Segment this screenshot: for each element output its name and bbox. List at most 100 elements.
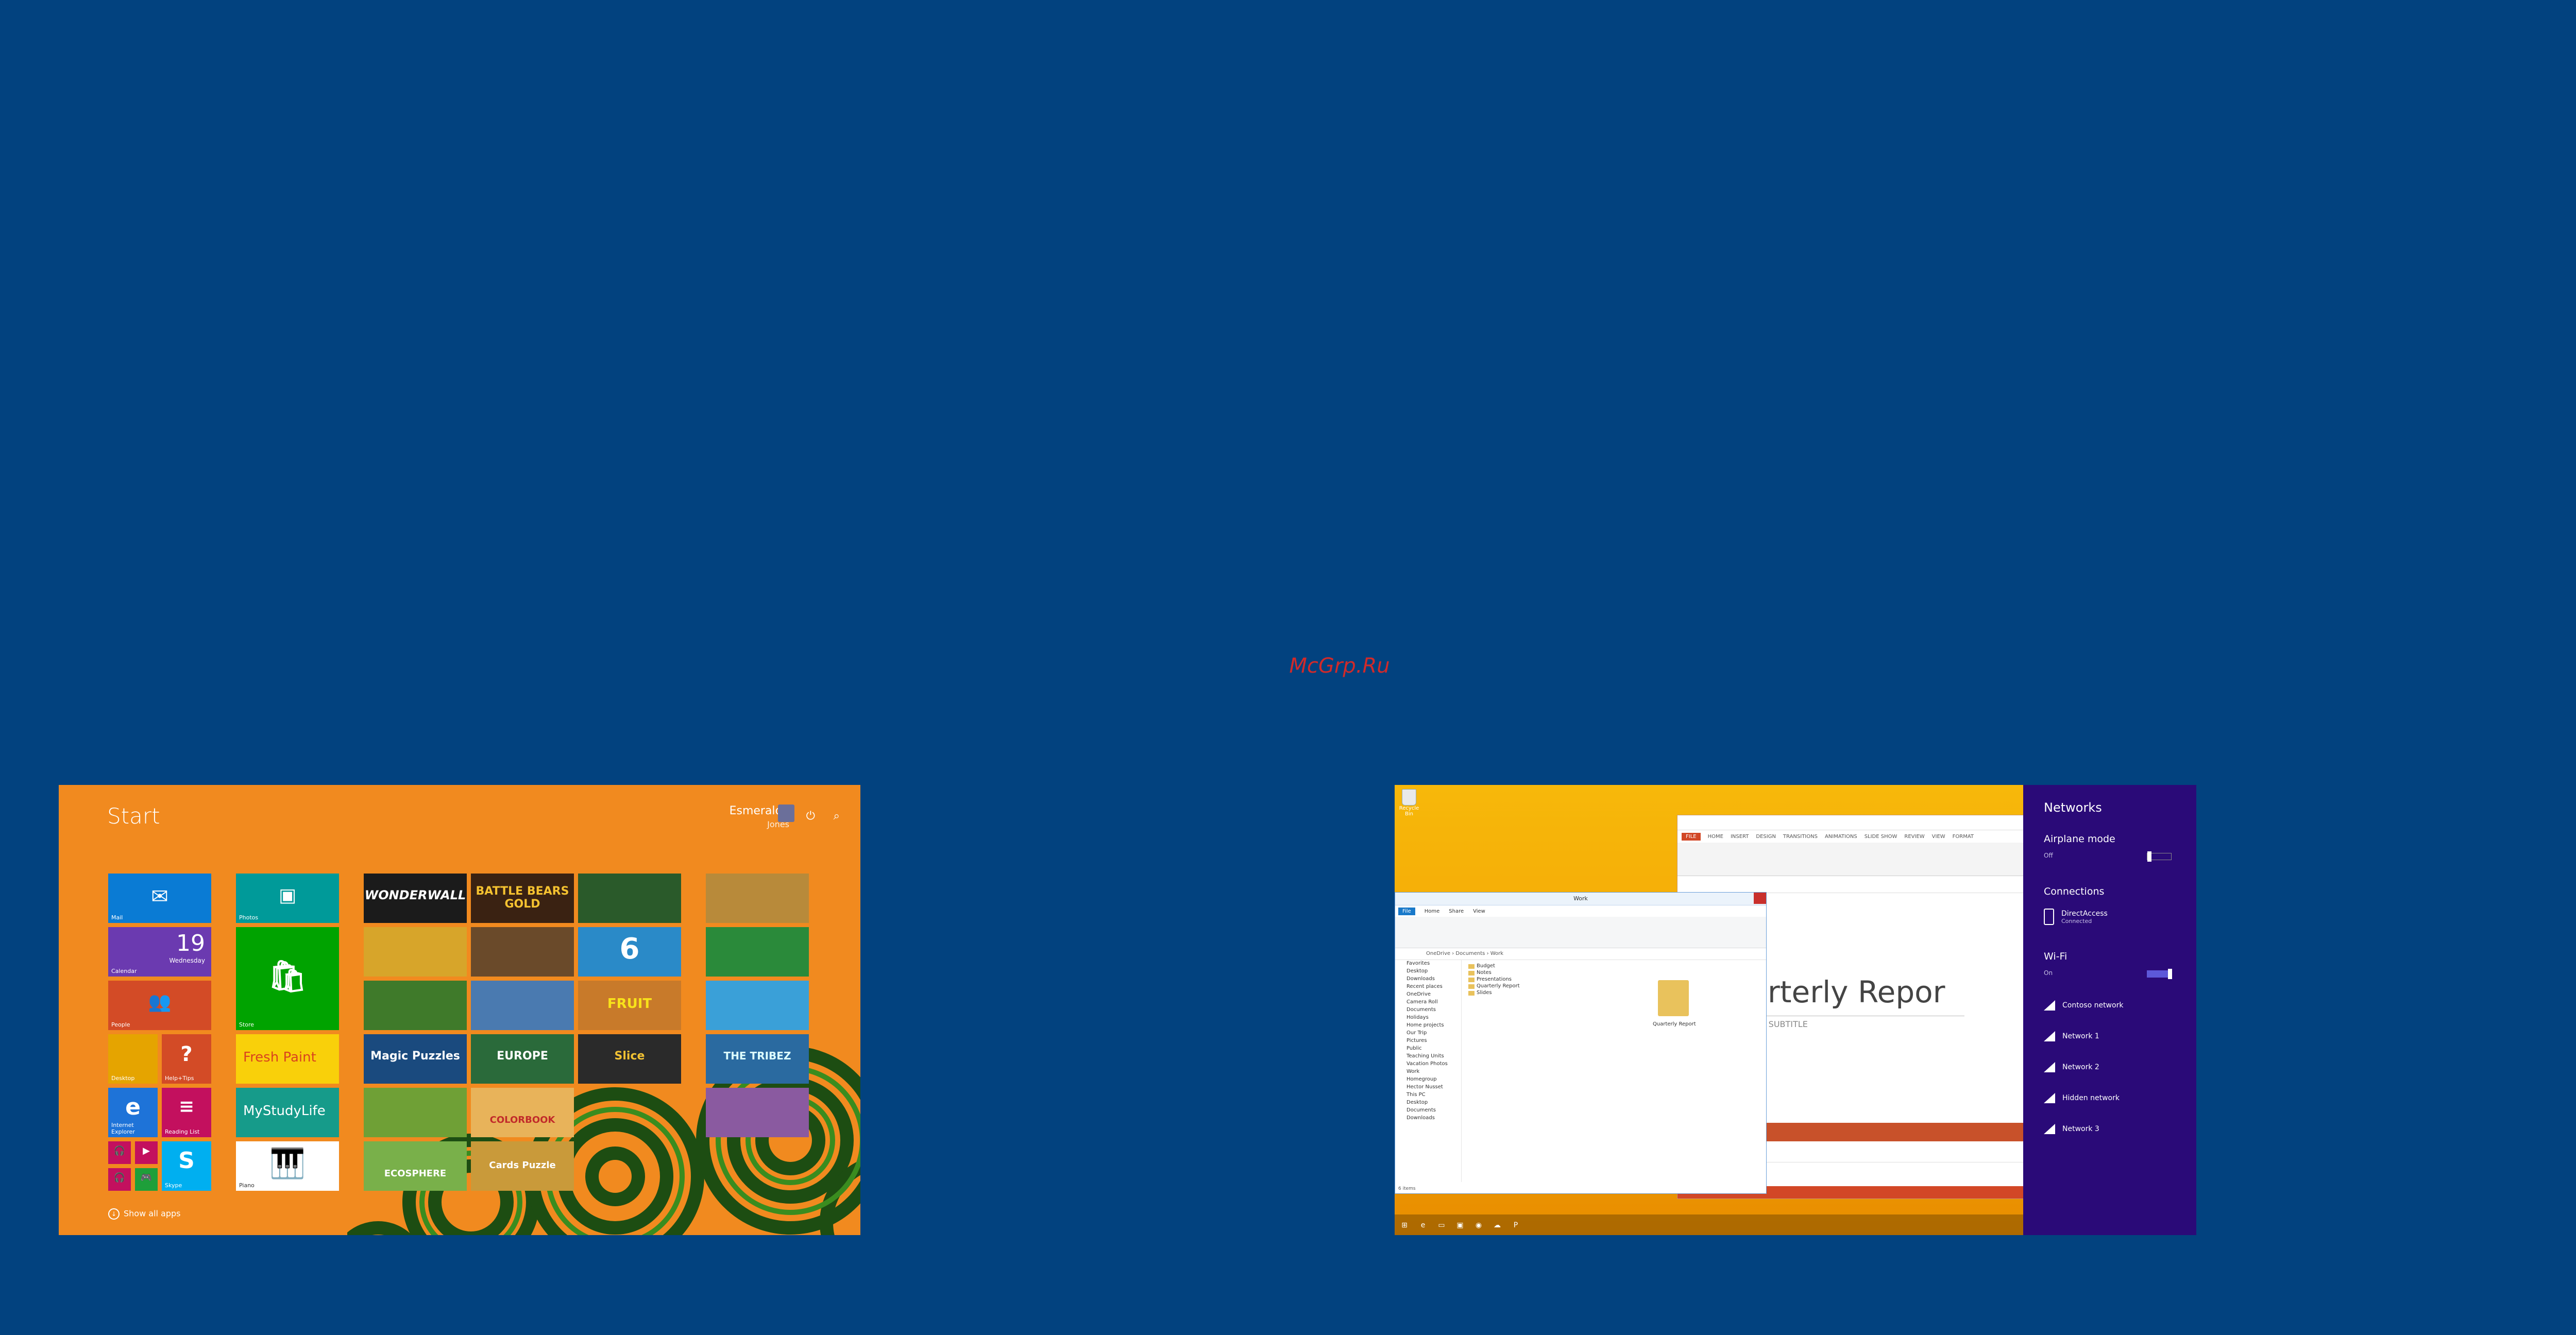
tile-skype[interactable]: S Skype [162,1141,211,1191]
tile-mail[interactable]: ✉ Mail [108,874,211,923]
tile-fresh-paint[interactable]: Fresh Paint [236,1034,339,1084]
tile-game-magic-puzzles[interactable]: Magic Puzzles [364,1034,467,1084]
connection-directaccess[interactable]: DirectAccess Connected [2044,909,2108,925]
tile-game-ecosphere[interactable]: ECOSPHERE [364,1141,467,1191]
maximize-button[interactable] [1741,893,1754,904]
network-item[interactable]: Contoso network [2044,1000,2123,1011]
tile-game-forest[interactable] [364,981,467,1030]
network-item[interactable]: Network 3 [2044,1124,2099,1134]
file-explorer-icon[interactable]: ▭ [1435,1219,1448,1232]
nav-item[interactable]: OneDrive [1395,990,1461,998]
tile-game-blocks[interactable] [706,874,809,923]
nav-item[interactable]: Pictures [1395,1037,1461,1045]
file-explorer-window[interactable]: Work File Home Share View OneDrive › Doc… [1395,892,1767,1194]
network-item[interactable]: Network 1 [2044,1031,2099,1041]
file-item[interactable]: Budget [1467,963,1520,969]
tile-game-battle-bears[interactable]: BATTLE BEARS GOLD [471,874,574,923]
tile-music[interactable]: 🎧 [108,1141,131,1164]
nav-item[interactable]: Downloads [1395,1114,1461,1122]
onedrive-icon[interactable]: ☁ [1490,1219,1504,1232]
ppt-tab-view[interactable]: VIEW [1932,834,1945,840]
tile-game-colorbook[interactable]: COLORBOOK [471,1088,574,1137]
tile-game-adventure[interactable] [706,1088,809,1137]
power-icon[interactable]: ⏻ [806,810,815,823]
nav-item[interactable]: Home projects [1395,1021,1461,1029]
tile-video[interactable]: ▶ [135,1141,158,1164]
tile-reading-list[interactable]: ≡ Reading List [162,1088,211,1137]
nav-item[interactable]: Homegroup [1395,1075,1461,1083]
all-apps-link[interactable]: ↓ Show all apps [108,1208,181,1220]
network-item[interactable]: Hidden network [2044,1093,2120,1103]
tile-game-wonderwall[interactable]: WONDERWALL [364,874,467,923]
tile-game-cards-puzzle[interactable]: Cards Puzzle [471,1141,574,1191]
explorer-tab-home[interactable]: Home [1425,909,1440,914]
tile-game-slice[interactable]: Slice [578,1034,681,1084]
ppt-tab-animations[interactable]: ANIMATIONS [1825,834,1857,840]
file-item[interactable]: Quarterly Report [1467,983,1520,989]
search-icon[interactable]: ⌕ [834,810,840,823]
tile-help[interactable]: ? Help+Tips [162,1034,211,1084]
store-icon[interactable]: ▣ [1453,1219,1467,1232]
explorer-tab-view[interactable]: View [1473,909,1485,914]
nav-item[interactable]: Hector Nusset [1395,1083,1461,1091]
minimize-button[interactable] [1729,893,1741,904]
explorer-titlebar[interactable]: Work [1395,893,1766,905]
tile-calendar[interactable]: 19 Wednesday Calendar [108,927,211,977]
tile-game-penguins[interactable] [364,927,467,977]
file-item[interactable]: Slides [1467,989,1520,996]
nav-item[interactable]: Holidays [1395,1014,1461,1021]
tile-game-six[interactable]: 6 [578,927,681,977]
ppt-tab-insert[interactable]: INSERT [1731,834,1749,840]
ppt-tab-review[interactable]: REVIEW [1904,834,1924,840]
tile-game-bubble[interactable] [471,981,574,1030]
nav-item[interactable]: Downloads [1395,975,1461,983]
tile-game-chicken[interactable] [471,927,574,977]
tile-game-kingdom[interactable] [706,927,809,977]
tile-photos[interactable]: ▣ Photos [236,874,339,923]
nav-item[interactable]: Recent places [1395,983,1461,990]
tile-store[interactable]: 🛍 Store [236,927,339,1030]
tile-game-dogs[interactable] [364,1088,467,1137]
explorer-tab-share[interactable]: Share [1449,909,1464,914]
tile-game-europe[interactable]: EUROPE [471,1034,574,1084]
tile-internet-explorer[interactable]: e Internet Explorer [108,1088,158,1137]
address-bar[interactable]: OneDrive › Documents › Work [1395,948,1766,960]
ppt-tab-design[interactable]: DESIGN [1756,834,1776,840]
file-item[interactable]: Presentations [1467,976,1520,983]
nav-item[interactable]: Vacation Photos [1395,1060,1461,1068]
close-button[interactable] [1754,893,1766,904]
nav-item[interactable]: Desktop [1395,967,1461,975]
file-item[interactable]: Notes [1467,969,1520,976]
tile-game-puzzle-ocean[interactable] [706,981,809,1030]
ppt-tab-format[interactable]: FORMAT [1953,834,1974,840]
network-item[interactable]: Network 2 [2044,1062,2099,1072]
explorer-tab-file[interactable]: File [1398,907,1415,915]
airplane-mode-toggle[interactable] [2147,851,2172,862]
internet-explorer-icon[interactable]: e [1416,1219,1430,1232]
tile-mystudylife[interactable]: MyStudyLife [236,1088,339,1137]
tile-piano[interactable]: 🎹 Piano [236,1141,339,1191]
tile-music-small[interactable]: 🎧 [108,1168,131,1191]
tile-game-tribez[interactable]: THE TRIBEZ [706,1034,809,1084]
nav-item[interactable]: Desktop [1395,1099,1461,1106]
tile-people[interactable]: 👥 People [108,981,211,1030]
tile-games[interactable]: 🎮 [135,1168,158,1191]
nav-item[interactable]: Favorites [1395,960,1461,967]
avatar[interactable] [778,805,794,822]
tile-desktop[interactable]: Desktop [108,1034,158,1084]
tile-game-fruit[interactable]: FRUIT [578,981,681,1030]
nav-item[interactable]: Documents [1395,1106,1461,1114]
nav-item[interactable]: This PC [1395,1091,1461,1099]
ppt-tab-slide-show[interactable]: SLIDE SHOW [1865,834,1897,840]
ppt-tab-file[interactable]: FILE [1682,832,1701,841]
tile-game-green[interactable] [578,874,681,923]
ppt-tab-transitions[interactable]: TRANSITIONS [1783,834,1818,840]
media-icon[interactable]: ◉ [1472,1219,1485,1232]
wifi-toggle[interactable] [2147,969,2172,979]
nav-item[interactable]: Documents [1395,1006,1461,1014]
start-icon[interactable]: ⊞ [1398,1219,1411,1232]
powerpoint-icon[interactable]: P [1509,1219,1522,1232]
powerpoint-titlebar[interactable] [1677,815,2033,830]
ppt-tab-home[interactable]: HOME [1708,834,1723,840]
nav-item[interactable]: Teaching Units [1395,1052,1461,1060]
